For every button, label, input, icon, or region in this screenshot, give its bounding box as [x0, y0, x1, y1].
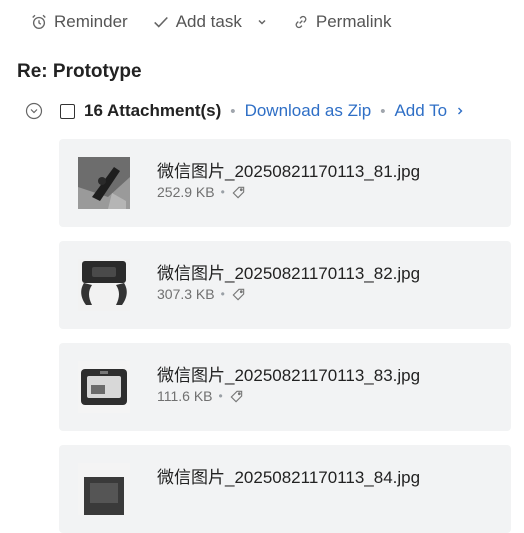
separator-dot: • [218, 389, 223, 403]
collapse-circle-icon [25, 102, 43, 120]
download-zip-link[interactable]: Download as Zip [245, 101, 372, 121]
permalink-label: Permalink [315, 12, 392, 31]
reminder-label: Reminder [54, 12, 128, 31]
add-task-dropdown[interactable] [256, 16, 268, 28]
attachment-filename: 微信图片_20250821170113_84.jpg [157, 468, 421, 487]
mail-toolbar: Reminder Add task Permalink [30, 8, 391, 36]
attachment-thumbnail [78, 157, 130, 209]
attachment-size: 252.9 KB [157, 184, 215, 200]
attachment-meta: 111.6 KB • [157, 388, 244, 404]
separator-dot: • [220, 185, 225, 199]
attachment-thumbnail [78, 361, 130, 413]
link-icon [295, 15, 307, 29]
message-subject: Re: Prototype [17, 61, 142, 82]
tag-icon[interactable] [231, 287, 246, 302]
attachment-filename: 微信图片_20250821170113_83.jpg [157, 366, 421, 385]
add-to-link[interactable]: Add To [394, 101, 465, 121]
checkmark-icon [153, 16, 168, 28]
add-to-label: Add To [394, 101, 448, 120]
chevron-right-icon [458, 107, 463, 115]
attachments-header: 16 Attachment(s) • Download as Zip • Add… [24, 98, 465, 124]
reminder-button[interactable]: Reminder [30, 12, 128, 32]
separator-dot: • [380, 102, 386, 120]
attachment-thumbnail [78, 463, 130, 515]
collapse-attachments-button[interactable] [24, 101, 44, 121]
select-all-attachments-checkbox[interactable] [60, 103, 75, 119]
add-task-label: Add task [175, 12, 242, 31]
alarm-clock-icon [32, 14, 46, 29]
separator-dot: • [220, 287, 225, 301]
attachment-size: 307.3 KB [157, 286, 215, 302]
attachment-card[interactable]: 微信图片_20250821170113_82.jpg 307.3 KB • [59, 241, 511, 329]
attachment-count: 16 Attachment(s) [84, 101, 222, 120]
attachment-card[interactable]: 微信图片_20250821170113_84.jpg [59, 445, 511, 533]
attachment-meta: 307.3 KB • [157, 286, 246, 302]
tag-icon[interactable] [229, 389, 244, 404]
attachment-card[interactable]: 微信图片_20250821170113_83.jpg 111.6 KB • [59, 343, 511, 431]
attachment-card[interactable]: 微信图片_20250821170113_81.jpg 252.9 KB • [59, 139, 511, 227]
chevron-down-icon [258, 19, 266, 25]
attachment-meta: 252.9 KB • [157, 184, 246, 200]
tag-icon[interactable] [231, 185, 246, 200]
attachment-filename: 微信图片_20250821170113_82.jpg [157, 264, 421, 283]
attachment-size: 111.6 KB [157, 388, 213, 404]
separator-dot: • [230, 102, 236, 120]
attachment-thumbnail [78, 259, 130, 311]
attachment-filename: 微信图片_20250821170113_81.jpg [157, 162, 421, 181]
add-task-button[interactable]: Add task [152, 12, 242, 32]
permalink-button[interactable]: Permalink [292, 12, 392, 32]
